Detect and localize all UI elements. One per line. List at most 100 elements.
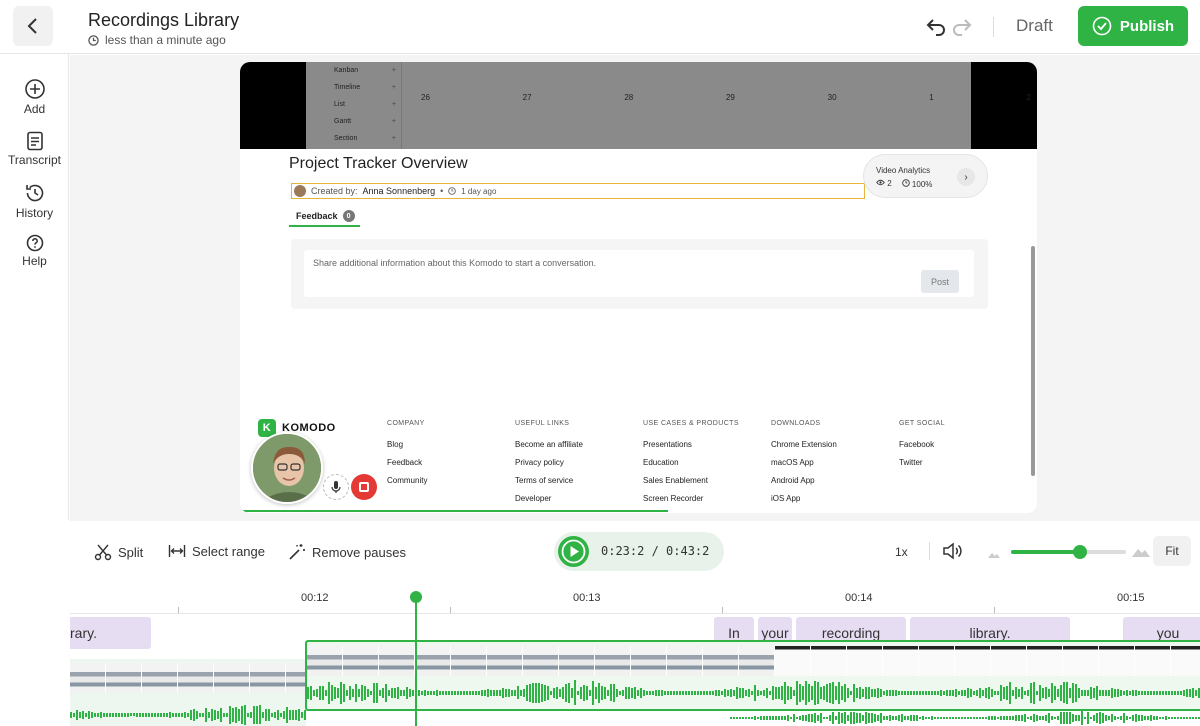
footer-link[interactable]: iOS App — [771, 494, 837, 512]
waveform-bar — [1132, 690, 1134, 696]
post-button[interactable]: Post — [921, 270, 959, 293]
waveform-bar — [157, 712, 159, 718]
stop-recording-button[interactable] — [351, 474, 377, 500]
waveform-bar — [883, 690, 885, 696]
waveform-bar — [1144, 691, 1146, 695]
microphone-button[interactable] — [323, 474, 349, 500]
waveform-bar — [907, 690, 909, 695]
waveform-bar — [928, 690, 930, 695]
footer-link[interactable]: Facebook — [899, 440, 945, 458]
footer-link[interactable]: Education — [643, 458, 739, 476]
waveform-bar — [1147, 691, 1149, 695]
timeline[interactable]: 00:12 00:13 00:14 00:15 rary. In your re… — [70, 583, 1200, 726]
back-button[interactable] — [13, 6, 53, 46]
waveform-bar — [727, 689, 729, 697]
volume-button[interactable] — [942, 541, 962, 566]
footer-link[interactable]: Become an affiliate — [515, 440, 583, 458]
split-button[interactable]: Split — [94, 543, 143, 561]
waveform-bar — [691, 691, 693, 695]
footer-link[interactable]: Blog — [387, 440, 427, 458]
footer-link[interactable]: Feedback — [387, 458, 427, 476]
remove-pauses-button[interactable]: Remove pauses — [288, 543, 406, 561]
footer-link[interactable]: Presentations — [643, 440, 739, 458]
footer-link[interactable]: Terms of service — [515, 476, 583, 494]
waveform-bar — [730, 688, 732, 698]
waveform-bar — [460, 691, 462, 695]
waveform-bar — [760, 716, 762, 720]
publish-button[interactable]: Publish — [1078, 6, 1188, 46]
waveform-bar — [841, 685, 843, 701]
footer-col-social: GET SOCIAL Facebook Twitter — [899, 420, 945, 476]
waveform-bar — [925, 691, 927, 695]
footer-link[interactable]: Android App — [771, 476, 837, 494]
waveform-bar — [862, 688, 864, 698]
footer-link[interactable]: Chrome Extension — [771, 440, 837, 458]
waveform-bar — [145, 713, 147, 717]
waveform-bar — [586, 686, 588, 700]
sidebar-item-transcript[interactable]: Transcript — [0, 131, 69, 167]
waveform-bar — [325, 690, 327, 696]
comment-input[interactable]: Share additional information about this … — [304, 250, 974, 297]
waveform-bar — [1009, 682, 1011, 704]
footer-link[interactable]: Sales Enablement — [643, 476, 739, 494]
waveform-bar — [604, 686, 606, 700]
waveform-bar — [247, 712, 249, 718]
mini-day: 29 — [725, 93, 735, 102]
page-title: Recordings Library — [88, 10, 240, 30]
waveform-bar — [763, 716, 765, 720]
playback-progress-bar[interactable] — [240, 510, 668, 512]
zoom-in-icon[interactable] — [1131, 544, 1151, 563]
playback-speed-button[interactable]: 1x — [895, 545, 908, 559]
select-range-button[interactable]: Select range — [168, 543, 265, 559]
waveform-bar — [826, 683, 828, 702]
waveform-bar — [1165, 716, 1167, 720]
tab-feedback[interactable]: Feedback 0 — [289, 207, 360, 227]
redo-button[interactable] — [950, 14, 974, 38]
waveform-bar — [1015, 686, 1017, 700]
waveform-bar — [1165, 690, 1167, 696]
chevron-right-icon[interactable]: › — [957, 168, 975, 186]
waveform-bar — [784, 716, 786, 720]
clip-previous[interactable] — [70, 659, 322, 726]
waveform-bar — [625, 686, 627, 700]
waveform-bar — [784, 681, 786, 705]
waveform-bar — [1081, 690, 1083, 696]
preview-scrollbar[interactable] — [1031, 246, 1035, 476]
footer-link[interactable]: Privacy policy — [515, 458, 583, 476]
clip-thumbnail — [343, 646, 379, 676]
clip-thumbnail — [631, 646, 667, 676]
waveform-bar — [556, 687, 558, 699]
waveform-bar — [1015, 715, 1017, 721]
webcam-bubble[interactable] — [251, 432, 323, 504]
waveform-bar — [142, 713, 144, 717]
video-player[interactable]: Kanban Timeline List Gantt Section 26 27… — [240, 62, 1037, 513]
sidebar-item-history[interactable]: History — [0, 182, 69, 220]
waveform-bar — [889, 714, 891, 722]
play-button[interactable] — [558, 536, 589, 567]
waveform-bar — [424, 689, 426, 697]
mini-day: 1 — [929, 93, 934, 102]
video-analytics-card[interactable]: Video Analytics 2 100% › — [863, 154, 988, 198]
sidebar-item-add[interactable]: Add — [0, 78, 69, 116]
fit-button[interactable]: Fit — [1153, 536, 1191, 566]
zoom-slider[interactable] — [1011, 545, 1126, 559]
waveform-bar — [433, 690, 435, 696]
waveform-bar — [91, 712, 93, 718]
undo-button[interactable] — [924, 14, 948, 38]
footer-link[interactable]: macOS App — [771, 458, 837, 476]
waveform-bar — [874, 713, 876, 723]
playhead[interactable] — [415, 593, 417, 726]
zoom-out-icon[interactable] — [987, 546, 1001, 564]
sidebar-item-help[interactable]: Help — [0, 234, 69, 268]
waveform-bar — [562, 686, 564, 700]
clip-selected[interactable] — [305, 640, 1200, 711]
footer-link[interactable]: Twitter — [899, 458, 945, 476]
waveform-bar — [448, 691, 450, 695]
waveform-bar — [979, 688, 981, 698]
footer-link[interactable]: Community — [387, 476, 427, 494]
transcript-word[interactable]: rary. — [70, 617, 151, 649]
waveform-bar — [919, 691, 921, 695]
sidebar-item-label: Help — [22, 254, 47, 268]
zoom-slider-thumb[interactable] — [1073, 545, 1087, 559]
playhead-handle[interactable] — [410, 591, 422, 603]
